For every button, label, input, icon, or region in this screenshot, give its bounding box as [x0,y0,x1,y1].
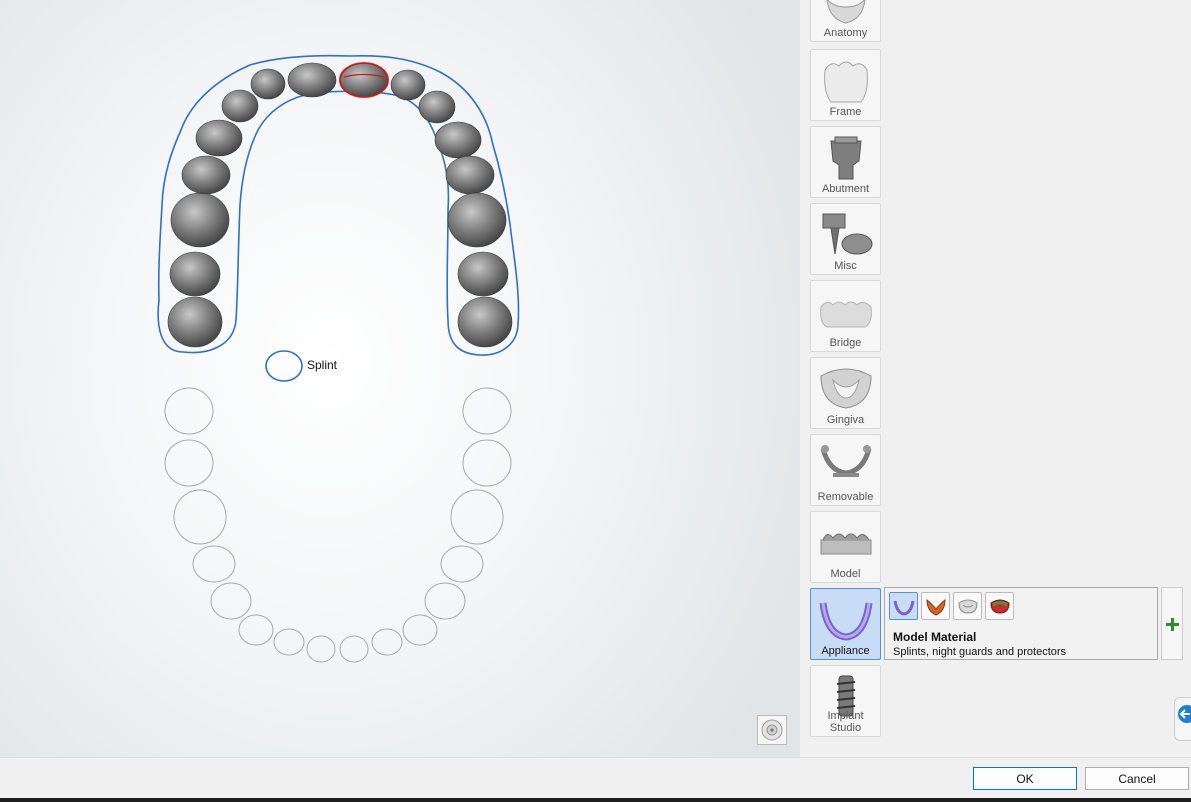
tooth[interactable] [181,155,231,195]
tool-label: Misc [834,260,857,272]
tooth-outline[interactable] [164,439,214,487]
tooth[interactable] [390,69,426,101]
add-material-button[interactable] [1161,587,1183,660]
material-option-protector[interactable] [953,592,982,620]
tooth-selected[interactable] [339,62,389,98]
gingiva-icon [820,368,872,409]
tooth-outline[interactable] [450,489,504,545]
protector-icon [958,599,978,614]
tooth-outline[interactable] [210,582,252,620]
tool-abutment[interactable]: Abutment [810,126,881,198]
tooth[interactable] [250,68,286,100]
tool-bridge[interactable]: Bridge [810,280,881,352]
material-title: Model Material [893,630,977,644]
tooth-chart[interactable] [0,0,800,757]
tool-frame[interactable]: Frame [810,49,881,121]
night-guard-icon [926,598,946,616]
tooth-outline[interactable] [371,628,403,656]
plus-icon [1166,618,1179,631]
tool-appliance[interactable]: Appliance [810,588,881,660]
tool-gingiva[interactable]: Gingiva [810,357,881,429]
crown-icon [826,0,866,24]
collapse-panel-tab[interactable] [1174,697,1191,741]
appliance-icon [819,602,873,641]
tooth[interactable] [418,90,456,124]
material-option-splint[interactable] [889,592,918,620]
abutment-icon [830,136,862,180]
splint-icon [893,600,915,616]
tool-label: Removable [817,491,874,503]
tooth-outline[interactable] [192,545,236,583]
view-cube-icon [761,719,783,741]
back-arrow-icon [1178,705,1191,723]
tooth-outline[interactable] [402,614,438,646]
tool-anatomy[interactable]: Anatomy [810,0,881,42]
tooth-outline[interactable] [164,387,214,435]
misc-icon [822,213,873,255]
material-description: Splints, night guards and protectors [893,646,1067,658]
tool-label: Frame [829,106,862,118]
ok-button[interactable]: OK [973,767,1077,790]
splint-indicator[interactable] [265,350,303,382]
tooth-outline[interactable] [273,628,305,656]
tooth-outline[interactable] [462,387,512,435]
mouthguard-icon [990,599,1010,614]
cancel-button[interactable]: Cancel [1085,767,1189,790]
tooth-outline[interactable] [306,635,336,663]
material-option-night-guard[interactable] [921,592,950,620]
model-icon [820,533,872,555]
removable-icon [820,445,872,477]
tooth[interactable] [195,119,243,157]
bridge-icon [820,301,872,328]
tool-label: Abutment [821,183,870,195]
taskbar-edge [0,798,1191,802]
tool-implant-studio[interactable]: Implant Studio [810,665,881,737]
tool-label: Appliance [821,645,870,657]
tooth[interactable] [434,121,482,159]
material-option-mouthguard[interactable] [985,592,1014,620]
splint-label: Splint [307,358,338,372]
lower-teeth[interactable] [164,387,512,663]
tool-label: Bridge [829,337,862,349]
tool-label: Implant Studio [827,710,864,734]
tool-label: Anatomy [823,27,868,39]
tooth-outline[interactable] [462,439,512,487]
view-cube-button[interactable] [757,715,787,745]
tooth-outline[interactable] [238,614,274,646]
tooth[interactable] [457,251,509,297]
material-panel: Model Material Splints, night guards and… [884,587,1158,660]
tool-label: Model [830,568,861,580]
tooth[interactable] [167,296,223,348]
tooth-outline[interactable] [173,489,227,545]
upper-teeth[interactable] [167,62,513,348]
tool-removable[interactable]: Removable [810,434,881,506]
frame-icon [824,61,868,103]
tooth[interactable] [170,192,230,248]
tooth-outline[interactable] [440,545,484,583]
tooth[interactable] [221,89,259,123]
tooth-chart-viewport[interactable]: Splint [0,0,800,757]
tooth[interactable] [447,192,507,248]
tooth[interactable] [169,251,221,297]
tool-label: Gingiva [826,414,865,426]
tool-misc[interactable]: Misc [810,203,881,275]
tooth-outline[interactable] [424,582,466,620]
tool-model[interactable]: Model [810,511,881,583]
tooth-outline[interactable] [339,635,369,663]
tooth[interactable] [457,296,513,348]
tooth[interactable] [287,62,337,98]
tooth[interactable] [445,155,495,195]
